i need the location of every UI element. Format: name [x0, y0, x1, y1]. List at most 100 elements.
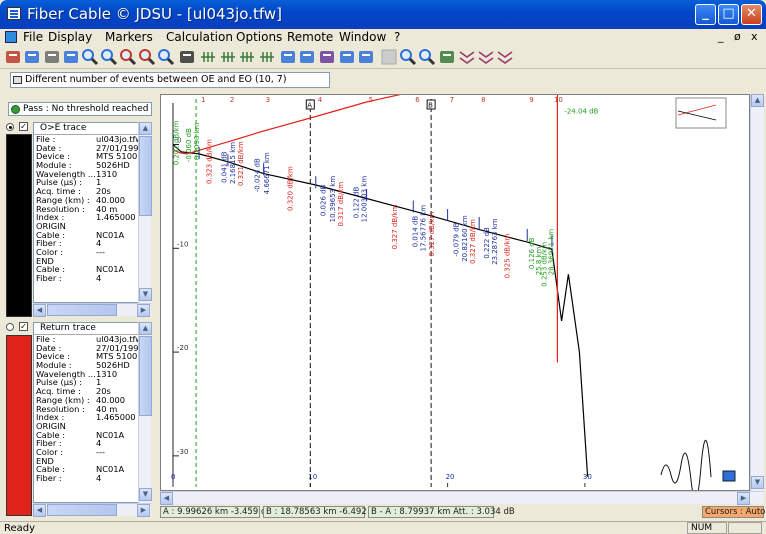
- event-number-label: 1: [201, 96, 205, 104]
- markers-icon[interactable]: [258, 48, 276, 66]
- scroll-left-arrow[interactable]: ◀: [33, 504, 46, 517]
- zoom-cross-icon[interactable]: [119, 48, 137, 66]
- disabled-icon[interactable]: [380, 48, 398, 66]
- print-preview-icon[interactable]: [62, 48, 80, 66]
- markers-4pt-icon[interactable]: [199, 48, 217, 66]
- menu-window[interactable]: Window: [339, 30, 386, 44]
- marker-ba-readout: B - A : 8.79937 km Att. : 3.034 dB: [368, 506, 515, 518]
- trace1-vertical-scrollbar[interactable]: ▲ ▼: [138, 122, 152, 303]
- scroll-down-arrow[interactable]: ▼: [751, 476, 764, 489]
- trace2-select-radio[interactable]: [6, 323, 14, 331]
- scroll-right-arrow[interactable]: ▶: [137, 304, 150, 317]
- zoom-out-icon[interactable]: [100, 48, 118, 66]
- trace2-vertical-scrollbar[interactable]: ▲ ▼: [138, 322, 152, 503]
- event-annotation: 28.36971 km: [547, 229, 555, 276]
- scroll-right-arrow[interactable]: ▶: [137, 504, 150, 517]
- trace1-horizontal-scrollbar[interactable]: ◀ ▶: [33, 303, 151, 317]
- cursors-mode[interactable]: Cursors : Auto: [702, 506, 765, 518]
- scroll-up-arrow[interactable]: ▲: [139, 322, 152, 335]
- menu-file[interactable]: File: [23, 30, 43, 44]
- grid-icon[interactable]: [438, 48, 456, 66]
- table-icon[interactable]: [178, 48, 196, 66]
- scroll-thumb[interactable]: [139, 136, 152, 216]
- overlay-icon[interactable]: [458, 48, 476, 66]
- status-cell: [728, 522, 762, 534]
- edit-icon[interactable]: [338, 48, 356, 66]
- scroll-up-arrow[interactable]: ▲: [139, 122, 152, 135]
- scroll-up-arrow[interactable]: ▲: [751, 94, 764, 107]
- info-value: 4: [96, 273, 102, 283]
- menu-options[interactable]: Options: [236, 30, 282, 44]
- mdi-minimize-button[interactable]: _: [718, 30, 724, 43]
- scroll-right-arrow[interactable]: ▶: [737, 492, 750, 505]
- trace1-select-radio[interactable]: [6, 123, 14, 131]
- num-lock-indicator: NUM: [687, 522, 727, 534]
- trace1-color-swatch: [6, 134, 32, 317]
- menu-markers[interactable]: Markers: [105, 30, 153, 44]
- markers-3pt-icon[interactable]: [219, 48, 237, 66]
- zoom-icon[interactable]: [157, 48, 175, 66]
- marker-label: A: [307, 102, 312, 110]
- close-button[interactable]: ✕: [741, 4, 762, 25]
- zoom-in-icon[interactable]: [81, 48, 99, 66]
- chart-svg[interactable]: 0-10-20-300 10 20 301 2 3 4 5 6 7 8 9 10A B0.202 dB/k…: [161, 95, 749, 490]
- event-annotation: -0.079 dB: [453, 222, 461, 256]
- undo-icon[interactable]: [357, 48, 375, 66]
- trace1-visible-checkbox[interactable]: ✓: [19, 122, 28, 131]
- chart-horizontal-scrollbar[interactable]: ◀ ▶: [160, 491, 764, 505]
- status-ready: Ready: [4, 523, 36, 534]
- menu-help[interactable]: ?: [394, 30, 400, 44]
- print-icon[interactable]: [43, 48, 61, 66]
- y-tick-label: -30: [177, 448, 188, 456]
- overlay-down-icon[interactable]: [477, 48, 495, 66]
- menu-bar: File Display Markers Calculation Options…: [0, 29, 766, 45]
- scroll-left-arrow[interactable]: ◀: [160, 492, 173, 505]
- marker-label: B: [428, 102, 433, 110]
- menu-calculation[interactable]: Calculation: [166, 30, 233, 44]
- event-number-label: 6: [415, 96, 420, 104]
- info-value: ---: [96, 246, 105, 257]
- event-annotation: 17.56776 km: [420, 205, 428, 252]
- info-key: Fiber :: [36, 473, 62, 483]
- event-annotation: 0.327 dB/km: [469, 219, 477, 264]
- zoom-x-icon[interactable]: [138, 48, 156, 66]
- trace2-visible-checkbox[interactable]: ✓: [19, 322, 28, 331]
- trace-line-oe: [172, 144, 589, 477]
- info-value: 1.465000: [96, 212, 136, 223]
- markers-2pt-icon[interactable]: [238, 48, 256, 66]
- document-icon[interactable]: [5, 31, 17, 43]
- scroll-down-arrow[interactable]: ▼: [139, 488, 152, 501]
- event-annotation: 0.2090 km: [193, 122, 201, 160]
- minimize-button[interactable]: _: [695, 4, 716, 25]
- info-value: ---: [96, 446, 105, 457]
- trace2-info-box: Return trace File : ul043jo.tfw Date :27/0…: [33, 322, 151, 503]
- event-annotation: 0.321 dB/km: [237, 141, 245, 186]
- overlay-up-icon[interactable]: [496, 48, 514, 66]
- event-table-icon[interactable]: [318, 48, 336, 66]
- splice-icon[interactable]: [279, 48, 297, 66]
- mdi-close-button[interactable]: x: [751, 30, 758, 43]
- menu-display[interactable]: Display: [48, 30, 92, 44]
- menu-remote[interactable]: Remote: [287, 30, 333, 44]
- scroll-left-arrow[interactable]: ◀: [33, 304, 46, 317]
- open-arrow-icon[interactable]: [23, 48, 41, 66]
- open-folder-icon[interactable]: [4, 48, 22, 66]
- event-number-label: 4: [318, 96, 323, 104]
- measure-icon[interactable]: [298, 48, 316, 66]
- zoom-minus-icon[interactable]: [399, 48, 417, 66]
- maximize-button[interactable]: □: [718, 4, 739, 25]
- event-annotation: 0.026 dB: [319, 184, 327, 216]
- otdr-trace-chart[interactable]: 0 -10 -20 -30 0 10 20 30 1 2 3 4 5 6 7 8 9 10 A B 0.202 dB/k…: [160, 94, 750, 491]
- chart-vertical-scrollbar[interactable]: ▲ ▼: [750, 94, 764, 491]
- mdi-restore-button[interactable]: ø: [734, 30, 741, 43]
- scroll-thumb[interactable]: [47, 304, 117, 316]
- trace2-horizontal-scrollbar[interactable]: ◀ ▶: [33, 503, 151, 517]
- scroll-down-arrow[interactable]: ▼: [139, 288, 152, 301]
- info-value: 4: [96, 473, 102, 483]
- zoom-plus-icon[interactable]: [418, 48, 436, 66]
- app-icon[interactable]: [7, 7, 21, 20]
- scroll-thumb[interactable]: [47, 504, 117, 516]
- scroll-thumb[interactable]: [139, 336, 152, 416]
- event-annotation: 23.28763 km: [491, 218, 499, 265]
- event-number-label: 9: [529, 96, 533, 104]
